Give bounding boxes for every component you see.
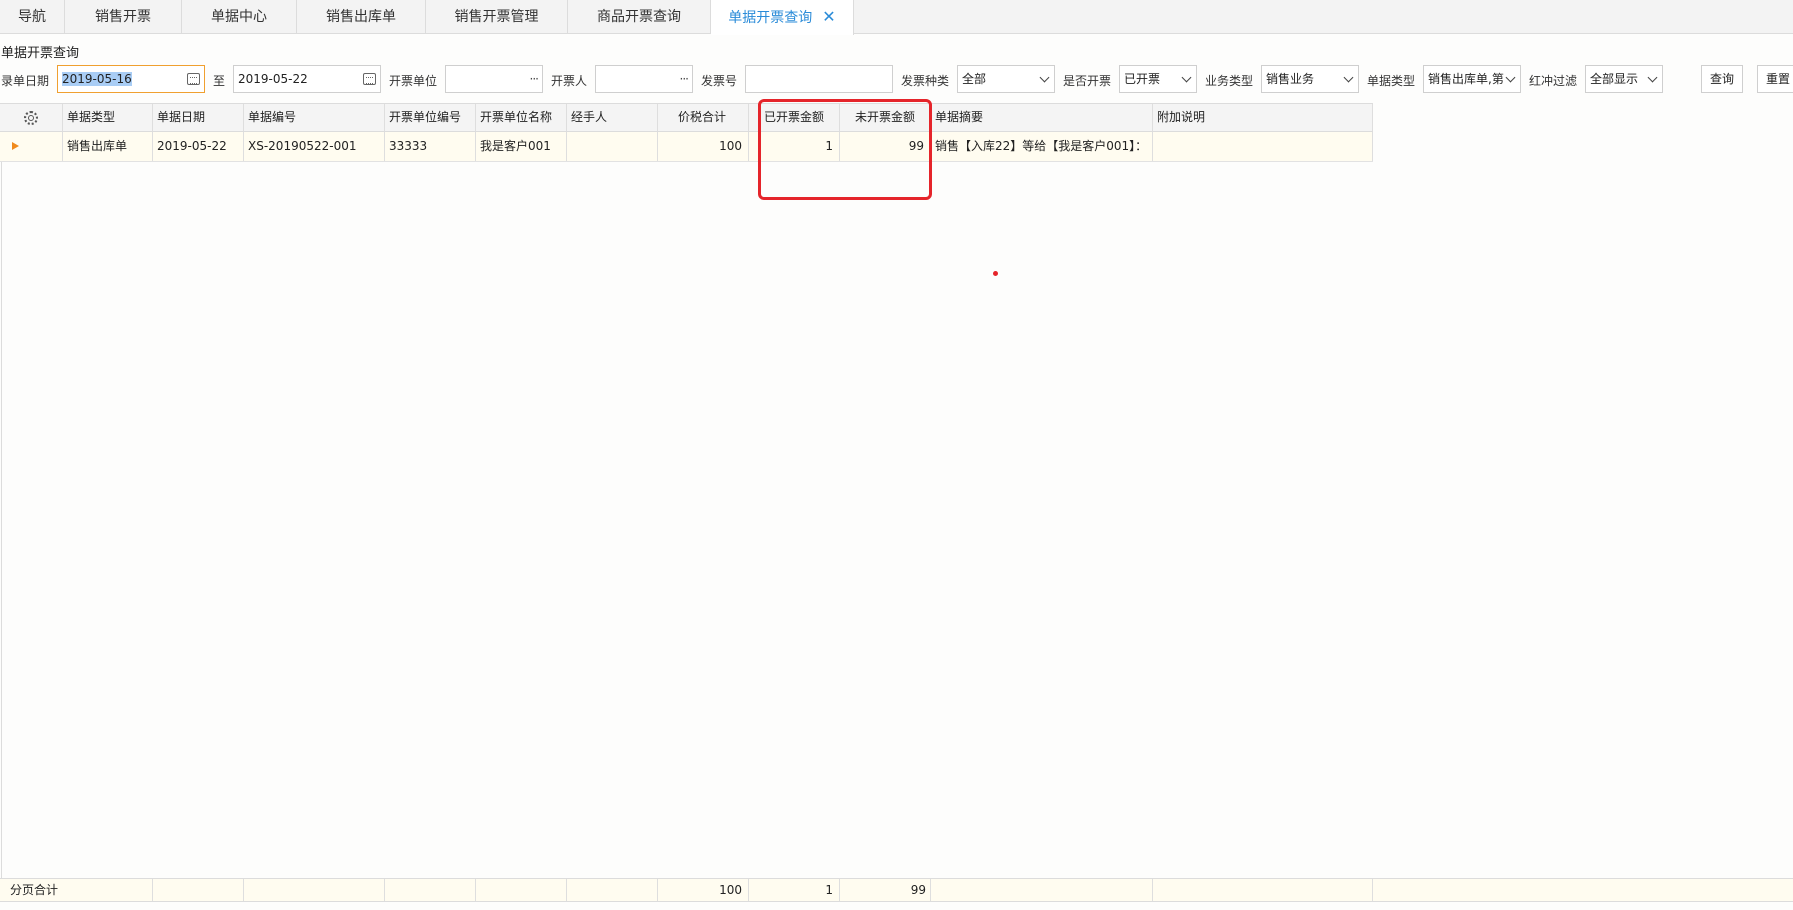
invoiced-label: 是否开票 [1063, 74, 1112, 88]
cell-unit-code[interactable]: 33333 [385, 132, 476, 161]
redflush-select[interactable]: 全部显示 [1585, 65, 1663, 93]
doc-type-label: 单据类型 [1367, 74, 1416, 88]
cell-unit-name[interactable]: 我是客户001 [476, 132, 567, 161]
grid-footer: 分页合计 100 1 99 [0, 878, 1793, 902]
date-from-input[interactable]: 2019-05-16 [57, 65, 205, 93]
date-label: 录单日期 [1, 74, 50, 88]
cell-doc-date[interactable]: 2019-05-22 [153, 132, 244, 161]
invoice-type-label: 发票种类 [901, 74, 950, 88]
page-title: 单据开票查询 [1, 46, 80, 61]
current-row-arrow-icon [12, 142, 19, 150]
to-label: 至 [213, 74, 226, 88]
tab-goods-invoice-query[interactable]: 商品开票查询 [568, 0, 711, 34]
gear-icon[interactable] [24, 111, 38, 125]
tab-label: 单据开票查询 [728, 10, 813, 26]
invoice-type-select[interactable]: 全部 [957, 65, 1055, 93]
chevron-down-icon [1505, 72, 1516, 83]
chevron-down-icon [1181, 72, 1192, 83]
calendar-icon[interactable] [187, 73, 200, 85]
col-header[interactable]: 开票单位编号 [385, 104, 476, 131]
footer-cell [567, 879, 658, 901]
footer-invoiced-amount: 1 [749, 879, 840, 901]
grid-header: 单据类型 单据日期 单据编号 开票单位编号 开票单位名称 经手人 价税合计 已开… [0, 103, 1373, 132]
invoiced-value: 已开票 [1124, 72, 1161, 86]
tab-sales-invoice[interactable]: 销售开票 [65, 0, 182, 34]
footer-cell [385, 879, 476, 901]
cell-total[interactable]: 100 [658, 132, 749, 161]
redflush-value: 全部显示 [1590, 72, 1639, 86]
invoiced-select[interactable]: 已开票 [1119, 65, 1197, 93]
footer-cell [476, 879, 567, 901]
footer-label: 分页合计 [0, 879, 153, 901]
col-header[interactable]: 单据日期 [153, 104, 244, 131]
cell-doc-type[interactable]: 销售出库单 [63, 132, 153, 161]
more-icon[interactable]: ··· [680, 66, 690, 92]
invoice-type-value: 全部 [962, 72, 987, 86]
business-type-select[interactable]: 销售业务 [1261, 65, 1359, 93]
footer-total: 100 [658, 879, 749, 901]
data-grid: 单据类型 单据日期 单据编号 开票单位编号 开票单位名称 经手人 价税合计 已开… [0, 103, 1793, 910]
col-header[interactable]: 经手人 [567, 104, 658, 131]
tab-doc-invoice-query[interactable]: 单据开票查询 ✕ [711, 0, 854, 35]
settings-cell[interactable] [0, 104, 63, 131]
col-header[interactable]: 附加说明 [1153, 104, 1373, 131]
col-header[interactable]: 单据类型 [63, 104, 153, 131]
col-header[interactable]: 单据摘要 [931, 104, 1153, 131]
chevron-down-icon [1647, 72, 1658, 83]
footer-cell [1153, 879, 1373, 901]
chevron-down-icon [1343, 72, 1354, 83]
invoice-no-input[interactable] [745, 65, 893, 93]
chevron-down-icon [1039, 72, 1050, 83]
date-from-value: 2019-05-16 [62, 72, 132, 86]
col-header[interactable]: 单据编号 [244, 104, 385, 131]
tab-sales-invoice-mgmt[interactable]: 销售开票管理 [426, 0, 568, 34]
calendar-icon[interactable] [363, 73, 376, 85]
business-type-label: 业务类型 [1205, 74, 1254, 88]
redflush-label: 红冲过滤 [1529, 74, 1578, 88]
cell-summary[interactable]: 销售【入库22】等给【我是客户001】： [931, 132, 1153, 161]
tab-sales-outbound[interactable]: 销售出库单 [297, 0, 426, 34]
tab-bar: 导航 销售开票 单据中心 销售出库单 销售开票管理 商品开票查询 单据开票查询 ✕ [0, 0, 1793, 35]
business-type-value: 销售业务 [1266, 72, 1315, 86]
invoicer-label: 开票人 [551, 74, 588, 88]
query-button[interactable]: 查询 [1701, 65, 1743, 93]
invoicer-input[interactable]: ··· [595, 65, 693, 93]
footer-cell [244, 879, 385, 901]
row-indicator [0, 132, 63, 161]
footer-cell [931, 879, 1153, 901]
invoice-no-label: 发票号 [701, 74, 738, 88]
footer-uninvoiced-amount: 99 [840, 879, 931, 901]
doc-type-select[interactable]: 销售出库单,第 [1423, 65, 1521, 93]
cell-handler[interactable] [567, 132, 658, 161]
filter-bar: 录单日期 2019-05-16 至 2019-05-22 开票单位 ··· 开票… [0, 64, 1793, 94]
more-icon[interactable]: ··· [530, 66, 540, 92]
table-row[interactable]: 销售出库单 2019-05-22 XS-20190522-001 33333 我… [0, 132, 1373, 162]
date-to-input[interactable]: 2019-05-22 [233, 65, 381, 93]
red-dot-marker [993, 271, 998, 276]
date-to-value: 2019-05-22 [238, 72, 308, 86]
highlight-box [758, 99, 932, 200]
cell-doc-no[interactable]: XS-20190522-001 [244, 132, 385, 161]
invoice-unit-input[interactable]: ··· [445, 65, 543, 93]
reset-button[interactable]: 重置 [1757, 65, 1793, 93]
doc-type-value: 销售出库单,第 [1428, 72, 1504, 86]
cell-note[interactable] [1153, 132, 1373, 161]
grid-border [1, 103, 2, 902]
tab-nav[interactable]: 导航 [0, 0, 65, 34]
tab-doc-center[interactable]: 单据中心 [182, 0, 297, 34]
col-header[interactable]: 价税合计 [658, 104, 749, 131]
footer-cell [153, 879, 244, 901]
col-header[interactable]: 开票单位名称 [476, 104, 567, 131]
close-icon[interactable]: ✕ [822, 7, 835, 26]
invoice-unit-label: 开票单位 [389, 74, 438, 88]
